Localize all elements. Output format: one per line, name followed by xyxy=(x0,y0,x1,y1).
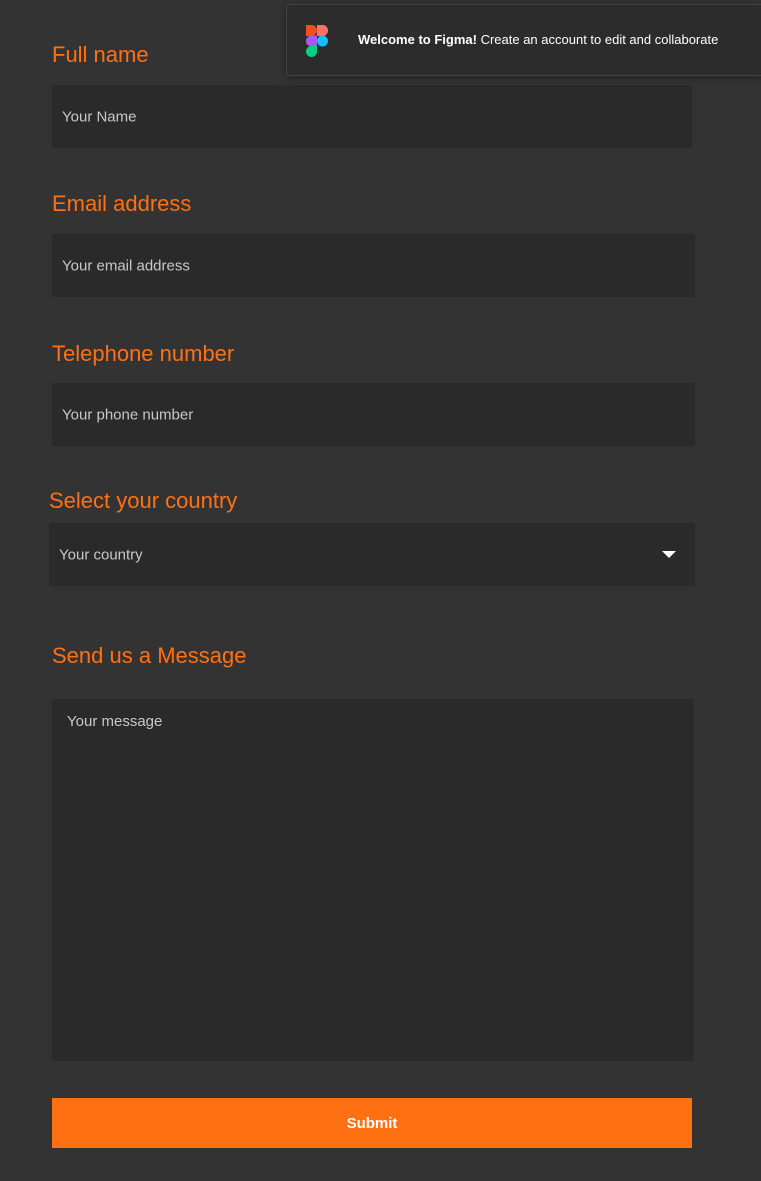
message-label: Send us a Message xyxy=(52,643,247,668)
caret-down-icon[interactable] xyxy=(662,551,676,558)
phone-label: Telephone number xyxy=(52,341,235,366)
phone-placeholder: Your phone number xyxy=(62,406,194,423)
country-selected-value: Your country xyxy=(59,546,143,563)
welcome-rest-text: Create an account to edit and collaborat… xyxy=(476,32,719,47)
full-name-label: Full name xyxy=(52,42,149,67)
welcome-message: Welcome to Figma! Create an account to e… xyxy=(358,32,718,47)
email-placeholder: Your email address xyxy=(62,257,190,274)
country-select[interactable]: Your country xyxy=(49,523,695,586)
submit-button[interactable]: Submit xyxy=(52,1098,692,1148)
welcome-bold-text: Welcome to Figma! xyxy=(358,32,477,47)
figma-logo-icon xyxy=(306,25,328,57)
email-input[interactable]: Your email address xyxy=(52,234,695,297)
welcome-banner: Welcome to Figma! Create an account to e… xyxy=(286,4,761,76)
full-name-input[interactable]: Your Name xyxy=(52,85,692,148)
message-textarea[interactable]: Your message xyxy=(52,699,694,1061)
submit-button-label: Submit xyxy=(346,1114,398,1132)
full-name-placeholder: Your Name xyxy=(62,108,137,125)
email-label: Email address xyxy=(52,191,192,216)
country-label: Select your country xyxy=(49,488,238,513)
phone-input[interactable]: Your phone number xyxy=(52,383,695,446)
message-placeholder: Your message xyxy=(67,713,163,730)
